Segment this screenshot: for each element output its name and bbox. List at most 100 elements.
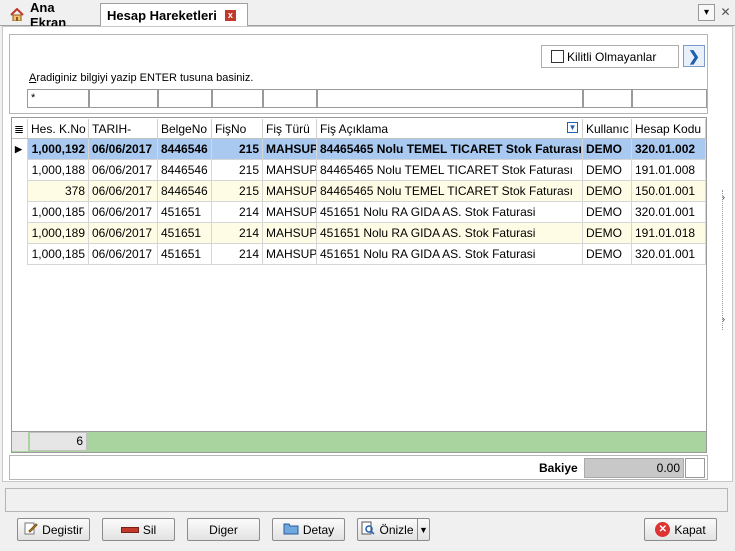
row-indicator[interactable] [12, 244, 28, 265]
table-cell: MAHSUP [263, 223, 317, 244]
filter-field-hesap-kodu[interactable] [632, 89, 707, 108]
checkbox-icon[interactable] [551, 50, 564, 63]
table-cell: 451651 [158, 244, 212, 265]
table-cell: 84465465 Nolu TEMEL TICARET Stok Faturas… [317, 139, 583, 160]
column-header[interactable]: TARIH- [89, 119, 158, 139]
onizle-dropdown[interactable]: ▼ [417, 518, 430, 541]
table-cell: 451651 Nolu RA GIDA AS. Stok Faturasi [317, 244, 583, 265]
column-header[interactable]: FişNo [212, 119, 263, 139]
diger-button[interactable]: Diger [187, 518, 260, 541]
grid-footer [12, 431, 706, 452]
onizle-button[interactable]: Önizle [357, 518, 417, 541]
table-cell: 320.01.001 [632, 244, 706, 265]
table-cell: 191.01.008 [632, 160, 706, 181]
row-indicator[interactable] [12, 181, 28, 202]
column-chooser-icon[interactable]: ≣ [12, 119, 28, 139]
kapat-button[interactable]: ✕ Kapat [644, 518, 717, 541]
table-cell: 215 [212, 181, 263, 202]
filter-dropdown-icon[interactable]: ▼ [567, 122, 578, 133]
window-close-button[interactable]: ✕ [717, 4, 734, 21]
home-icon [10, 7, 24, 22]
filter-field-fis-aciklama[interactable] [317, 89, 583, 108]
table-cell: DEMO [583, 202, 632, 223]
close-icon[interactable]: x [224, 10, 236, 21]
table-cell: 378 [28, 181, 89, 202]
table-cell: 214 [212, 244, 263, 265]
table-cell: 451651 [158, 202, 212, 223]
search-hint: Aradiginiz bilgiyi yazip ENTER tusuna ba… [29, 72, 254, 84]
chevron-down-icon: ▼ [419, 524, 428, 535]
next-button[interactable]: ❯ [683, 45, 705, 67]
table-cell: 8446546 [158, 181, 212, 202]
column-header[interactable]: Fiş Türü [263, 119, 317, 139]
row-count: 6 [29, 432, 87, 451]
filter-field-belgeno[interactable] [158, 89, 212, 108]
table-cell: 06/06/2017 [89, 160, 158, 181]
table-cell: 06/06/2017 [89, 244, 158, 265]
table-cell: 1,000,192 [28, 139, 89, 160]
filter-field-fisno[interactable] [212, 89, 263, 108]
table-cell: 1,000,185 [28, 244, 89, 265]
table-cell: 214 [212, 223, 263, 244]
bakiye-extra-field [685, 458, 705, 478]
chevron-down-icon[interactable]: ▾ [698, 4, 715, 21]
table-row[interactable]: 378 06/06/2017 8446546 215 MAHSUP 84465465 No… [12, 181, 706, 202]
filter-field-hes-kno[interactable]: * [27, 89, 89, 108]
detay-button[interactable]: Detay [272, 518, 345, 541]
table-cell: MAHSUP [263, 181, 317, 202]
row-indicator[interactable]: ▶ [12, 139, 28, 160]
table-row[interactable]: 1,000,185 06/06/2017 451651 214 MAHSUP 451651… [12, 244, 706, 265]
kilitli-olmayanlar-checkbox[interactable]: Kilitli Olmayanlar [541, 45, 679, 68]
table-cell: 320.01.001 [632, 202, 706, 223]
filter-field-fis-turu[interactable] [263, 89, 317, 108]
column-header[interactable]: Kullanıc [583, 119, 632, 139]
checkbox-label: Kilitli Olmayanlar [567, 49, 657, 64]
column-header[interactable]: BelgeNo [158, 119, 212, 139]
row-indicator[interactable] [12, 223, 28, 244]
table-cell: 84465465 Nolu TEMEL TICARET Stok Faturas… [317, 160, 583, 181]
table-cell: 8446546 [158, 160, 212, 181]
table-cell: 06/06/2017 [89, 223, 158, 244]
pencil-icon [24, 521, 38, 538]
table-cell: DEMO [583, 181, 632, 202]
table-cell: DEMO [583, 244, 632, 265]
table-cell: MAHSUP [263, 244, 317, 265]
table-cell: 191.01.018 [632, 223, 706, 244]
bakiye-value: 0.00 [584, 458, 684, 478]
table-row[interactable]: 1,000,189 06/06/2017 451651 214 MAHSUP 451651… [12, 223, 706, 244]
grid-footer-indicator [12, 432, 28, 451]
table-cell: MAHSUP [263, 160, 317, 181]
preview-icon [361, 521, 376, 538]
side-splitter[interactable] [722, 190, 729, 330]
table-row[interactable]: ▶ 1,000,192 06/06/2017 8446546 215 MAHSUP 8446… [12, 139, 706, 160]
degistir-button[interactable]: Degistir [17, 518, 90, 541]
table-cell: 451651 Nolu RA GIDA AS. Stok Faturasi [317, 202, 583, 223]
tab-hesap-hareketleri[interactable]: Hesap Hareketleri x [100, 3, 248, 27]
sil-button[interactable]: Sil [102, 518, 175, 541]
table-cell: 1,000,188 [28, 160, 89, 181]
table-cell: 84465465 Nolu TEMEL TICARET Stok Faturas… [317, 181, 583, 202]
table-row[interactable]: 1,000,188 06/06/2017 8446546 215 MAHSUP 84465… [12, 160, 706, 181]
table-cell: 1,000,189 [28, 223, 89, 244]
tab-ana-ekran[interactable]: Ana Ekran [4, 0, 100, 30]
row-indicator[interactable] [12, 160, 28, 181]
column-header[interactable]: Fiş Açıklama ▼ [317, 119, 583, 139]
table-cell: 451651 [158, 223, 212, 244]
expand-right-icon[interactable]: › [722, 314, 725, 324]
table-cell: 215 [212, 160, 263, 181]
folder-icon [283, 522, 299, 538]
table-row[interactable]: 1,000,185 06/06/2017 451651 214 MAHSUP 451651… [12, 202, 706, 223]
column-header[interactable]: Hesap Kodu [632, 119, 706, 139]
table-cell: MAHSUP [263, 202, 317, 223]
table-cell: 1,000,185 [28, 202, 89, 223]
table-cell: 06/06/2017 [89, 181, 158, 202]
row-indicator[interactable] [12, 202, 28, 223]
table-cell: 8446546 [158, 139, 212, 160]
column-header[interactable]: Hes. K.No [28, 119, 89, 139]
table-cell: 214 [212, 202, 263, 223]
filter-field-kullanici[interactable] [583, 89, 632, 108]
table-cell: DEMO [583, 139, 632, 160]
tab-label: Hesap Hareketleri [107, 8, 217, 23]
filter-field-tarih[interactable] [89, 89, 158, 108]
table-cell: DEMO [583, 160, 632, 181]
